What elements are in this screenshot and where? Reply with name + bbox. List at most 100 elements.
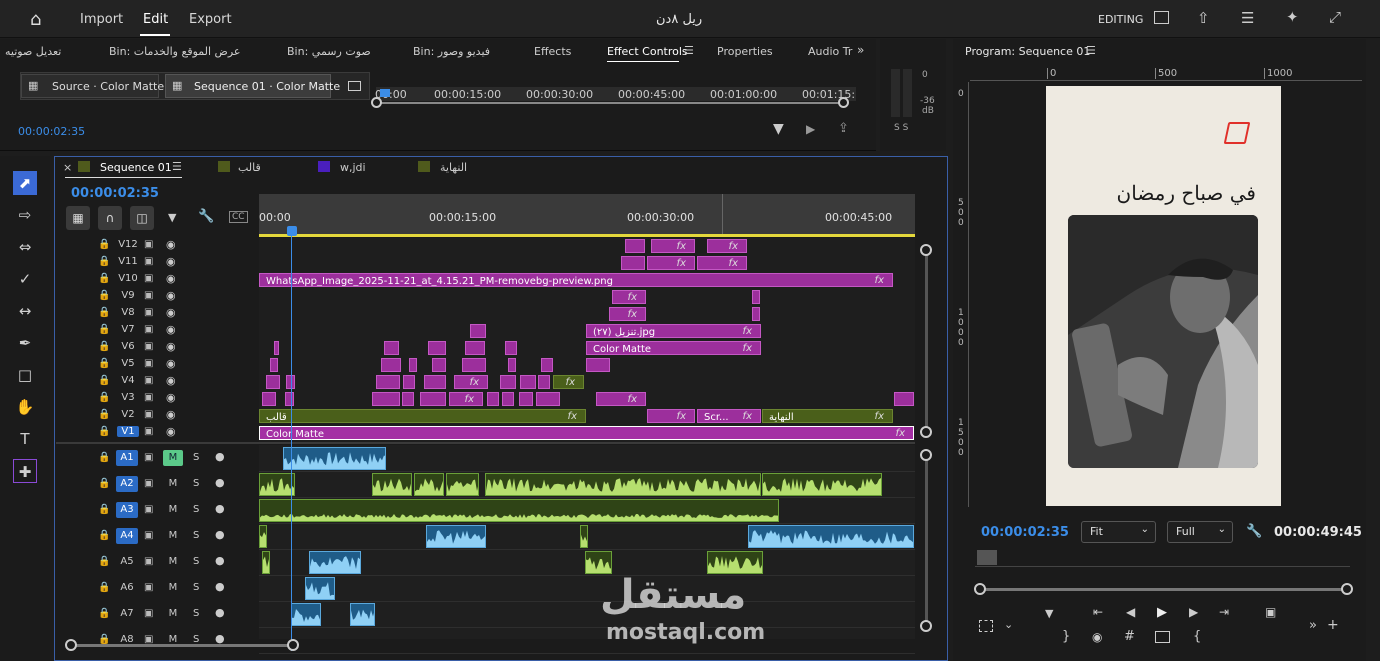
audio-clip[interactable] (259, 499, 779, 522)
eye-icon[interactable]: ◉ (166, 272, 176, 285)
video-clip[interactable] (274, 341, 279, 355)
razor-icon[interactable]: ✓ (13, 267, 37, 291)
audio-clip[interactable] (485, 473, 761, 496)
video-track-header[interactable]: 🔒 V7 ▣ ◉ (56, 323, 258, 339)
timeline-ruler[interactable] (259, 194, 915, 236)
mark-out-icon[interactable]: { (1193, 629, 1201, 644)
program-settings-icon[interactable]: 🔧 (1246, 524, 1262, 539)
program-scroll-track[interactable] (980, 588, 1346, 591)
audio-track-header[interactable]: 🔒 A4 ▣ M S ● (56, 524, 258, 549)
mini-scroll-track[interactable] (377, 102, 843, 104)
video-clip[interactable]: fx (553, 375, 584, 389)
track-output-icon[interactable]: ▣ (144, 307, 153, 318)
program-menu-icon[interactable]: ☰ (1086, 44, 1096, 57)
sequence-tab-template[interactable]: قالب (238, 161, 261, 174)
video-clip[interactable] (409, 358, 417, 372)
video-clip[interactable] (470, 324, 486, 338)
video-track-header[interactable]: 🔒 V8 ▣ ◉ (56, 306, 258, 322)
tab-bin-media[interactable]: Bin: فيديو وصور (413, 45, 490, 58)
tab-menu-icon[interactable]: ☰ (684, 44, 694, 57)
audio-clip[interactable] (350, 603, 375, 626)
panel-toggle-icon[interactable] (348, 81, 361, 91)
add-marker-icon[interactable]: ▼ (168, 211, 176, 224)
play-icon[interactable]: ▶ (1157, 605, 1167, 620)
solo-button[interactable]: S (193, 450, 199, 466)
transform-icon[interactable]: ✚ (13, 459, 37, 483)
track-output-icon[interactable]: ▣ (144, 582, 153, 593)
video-clip[interactable] (465, 341, 485, 355)
track-lock-icon[interactable]: 🔒 (98, 556, 110, 567)
video-clip[interactable]: fx (449, 392, 483, 406)
filter-icon[interactable]: ▼ (773, 121, 784, 137)
track-lock-icon[interactable]: 🔒 (98, 452, 110, 463)
playhead-handle[interactable] (287, 226, 297, 236)
eye-icon[interactable]: ◉ (166, 238, 176, 251)
video-clip[interactable] (502, 392, 514, 406)
video-clip[interactable] (536, 392, 560, 406)
video-clip[interactable]: Scr... fx (697, 409, 761, 423)
tab-effects[interactable]: Effects (534, 45, 571, 58)
track-output-icon[interactable]: ▣ (144, 392, 153, 403)
video-clip[interactable]: النهاية fx (762, 409, 893, 423)
share-icon[interactable]: ⇧ (1197, 9, 1210, 27)
video-clip[interactable]: fx (647, 256, 695, 270)
audio-clip[interactable] (259, 473, 295, 496)
track-lock-icon[interactable]: 🔒 (98, 324, 110, 335)
video-vscroll-track[interactable] (925, 252, 928, 432)
ripple-edit-icon[interactable]: ⇔ (13, 235, 37, 259)
solo-button[interactable]: S (193, 554, 199, 570)
video-clip[interactable] (403, 375, 415, 389)
mic-icon[interactable]: ● (215, 554, 225, 567)
video-clip[interactable] (500, 375, 516, 389)
solo-button[interactable]: S (193, 502, 199, 518)
snap-icon[interactable]: ∩ (98, 206, 122, 230)
track-lock-icon[interactable]: 🔒 (98, 426, 110, 437)
source-timecode[interactable]: 00:00:02:35 (18, 125, 85, 138)
program-scroll-right[interactable] (1341, 583, 1353, 595)
mute-button[interactable]: M (163, 502, 183, 518)
mute-button[interactable]: M (163, 450, 183, 466)
video-clip[interactable] (541, 358, 553, 372)
fullscreen-icon[interactable]: ⤢ (1329, 8, 1341, 26)
eye-icon[interactable]: ◉ (166, 425, 176, 438)
video-clip[interactable] (432, 358, 446, 372)
video-track-header[interactable]: 🔒 V10 ▣ ◉ (56, 272, 258, 288)
export-frame-icon[interactable]: ⇪ (838, 121, 849, 136)
audio-track-header[interactable]: 🔒 A5 ▣ M S ● (56, 550, 258, 575)
mic-icon[interactable]: ● (215, 580, 225, 593)
audio-clip[interactable] (414, 473, 444, 496)
mic-icon[interactable]: ● (215, 450, 225, 463)
eye-icon[interactable]: ◉ (166, 289, 176, 302)
track-output-icon[interactable]: ▣ (144, 409, 153, 420)
program-scroll-left[interactable] (974, 583, 986, 595)
menu-edit[interactable]: Edit (143, 12, 168, 27)
resolution-select[interactable]: Full ⌄ (1167, 521, 1233, 543)
video-track-header[interactable]: 🔒 V11 ▣ ◉ (56, 255, 258, 271)
meter-solo[interactable]: S S (894, 123, 908, 133)
track-lock-icon[interactable]: 🔒 (98, 582, 110, 593)
audio-clip[interactable] (291, 603, 321, 626)
video-clip[interactable] (752, 307, 760, 321)
track-select-icon[interactable]: ⇨ (13, 203, 37, 227)
source-tab[interactable]: ▦ Source · Color Matte (21, 74, 164, 98)
mic-icon[interactable]: ● (215, 476, 225, 489)
audio-clip[interactable] (259, 525, 267, 548)
audio-clip[interactable] (372, 473, 412, 496)
panel-icon[interactable] (1154, 11, 1169, 24)
video-clip[interactable] (520, 375, 536, 389)
wrench-icon[interactable]: 🔧 (198, 209, 214, 224)
video-clip[interactable]: fx (707, 239, 747, 253)
audio-track-header[interactable]: 🔒 A3 ▣ M S ● (56, 498, 258, 523)
zoom-fit-select[interactable]: Fit ⌄ (1081, 521, 1156, 543)
step-back-icon[interactable]: ◀ (1126, 605, 1135, 619)
video-clip[interactable] (508, 358, 516, 372)
eye-icon[interactable]: ◉ (166, 391, 176, 404)
mute-button[interactable]: M (163, 528, 183, 544)
solo-button[interactable]: S (193, 580, 199, 596)
tab-audio-edit[interactable]: تعديل صوتيه (5, 45, 61, 58)
audio-clip[interactable] (262, 551, 270, 574)
grid-icon[interactable]: # (1124, 629, 1135, 644)
video-clip[interactable] (752, 290, 760, 304)
video-clip[interactable] (625, 239, 645, 253)
go-to-out-icon[interactable]: ⇥ (1219, 605, 1229, 619)
